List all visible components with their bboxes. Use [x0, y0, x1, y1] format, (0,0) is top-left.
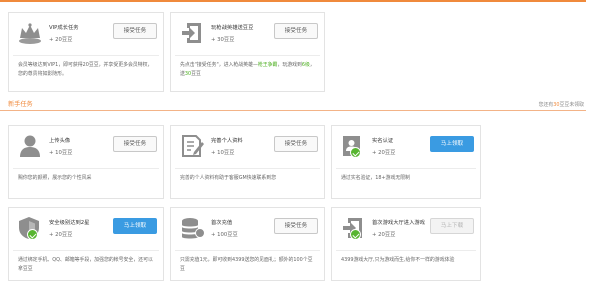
task-name: 首次游戏大厅进入游戏 [372, 220, 425, 226]
task-reward: + 20豆豆 [49, 37, 73, 43]
task-description: 赐你您的颜照，展示您的个性风采 [18, 175, 92, 181]
divider [13, 168, 159, 169]
divider [336, 168, 476, 169]
divider [175, 250, 320, 251]
unclaimed-note: 您还有30豆豆未领取 [539, 101, 584, 108]
task-name: 玩枪战英雄送豆豆 [211, 25, 254, 31]
task-name: 首次充值 [211, 220, 233, 226]
task-description: 先点击"接受任务"，进入枪战英雄—枪王争霸，玩游戏到6级，送30豆豆 [180, 61, 316, 79]
desc-text: ，玩游戏到 [277, 62, 302, 68]
task-name: 完善个人资料 [211, 138, 243, 144]
level-value: 6级 [301, 62, 310, 68]
login-arrow-icon [179, 21, 205, 45]
task-card-profile: 完善个人资料 + 10豆豆 接受任务 完善的个人资料有助于客服GM快速联系到您 [170, 125, 325, 199]
completed-check-icon [350, 147, 361, 158]
task-description: 通过实名验证，18+游戏无限制 [341, 175, 411, 181]
task-card-real-name: 实名认证 + 20豆豆 马上领取 通过实名验证，18+游戏无限制 [331, 125, 481, 199]
task-reward: + 30豆豆 [211, 37, 235, 43]
divider [336, 250, 476, 251]
task-description: 会员等级达到VIP1，即可获得20豆豆，并享受更多会员特权，您的尊贵将如影随形。 [18, 62, 153, 77]
divider [175, 55, 320, 56]
task-name: 上传头像 [49, 138, 71, 144]
task-reward: + 20豆豆 [372, 150, 396, 156]
task-card-first-recharge: 首次充值 + 100豆豆 接受任务 只需充值1元，即可收到4399送您的见面礼；… [170, 207, 325, 281]
completed-check-icon [350, 229, 361, 240]
accept-task-button[interactable]: 接受任务 [274, 218, 318, 234]
edit-document-icon [179, 134, 205, 158]
task-center: VIP成长任务 + 20豆豆 接受任务 会员等级达到VIP1，即可获得20豆豆，… [0, 0, 600, 291]
desc-text: 先点击"接受任务"，进入枪战英雄— [180, 62, 258, 68]
task-card-vip: VIP成长任务 + 20豆豆 接受任务 会员等级达到VIP1，即可获得20豆豆，… [8, 12, 164, 92]
task-card-upload-avatar: 上传头像 + 10豆豆 接受任务 赐你您的颜照，展示您的个性风采 [8, 125, 164, 199]
section-divider [0, 110, 586, 111]
coin-stack-icon [179, 216, 205, 240]
section-title: 新手任务 [8, 101, 33, 108]
task-reward: + 10豆豆 [211, 150, 235, 156]
task-reward: + 20豆豆 [49, 232, 73, 238]
accept-task-button[interactable]: 接受任务 [274, 23, 318, 39]
task-reward: + 100豆豆 [211, 232, 238, 238]
claim-now-button[interactable]: 马上领取 [430, 136, 474, 152]
task-description: 完善的个人资料有助于客服GM快速联系到您 [180, 175, 277, 181]
divider [13, 55, 159, 56]
vip-crown-icon [17, 21, 43, 45]
task-card-security: 安全级别达到2星 + 20豆豆 马上领取 通过绑定手机、QQ、邮箱等手段，加强您… [8, 207, 164, 281]
task-name: 实名认证 [372, 138, 394, 144]
accept-task-button[interactable]: 接受任务 [113, 136, 157, 152]
download-now-button[interactable]: 马上下载 [430, 218, 474, 234]
desc-text: 豆豆 [191, 71, 201, 77]
task-card-gun-hero: 玩枪战英雄送豆豆 + 30豆豆 接受任务 先点击"接受任务"，进入枪战英雄—枪王… [170, 12, 325, 92]
task-name: 安全级别达到2星 [49, 220, 90, 226]
task-card-game-hall: 首次游戏大厅进入游戏 + 20豆豆 马上下载 4399游戏大厅,只为游戏而生,给… [331, 207, 481, 281]
note-prefix: 您还有 [538, 102, 554, 108]
task-reward: + 10豆豆 [49, 150, 73, 156]
task-description: 4399游戏大厅,只为游戏而生,给你不一样的游戏体验 [341, 257, 455, 263]
top-accent-line [0, 0, 586, 2]
completed-check-icon [27, 229, 38, 240]
claim-now-button[interactable]: 马上领取 [113, 218, 157, 234]
divider [13, 250, 159, 251]
accept-task-button[interactable]: 接受任务 [113, 23, 157, 39]
divider [175, 168, 320, 169]
user-avatar-icon [17, 134, 43, 158]
game-link[interactable]: 枪王争霸 [258, 62, 278, 68]
task-description: 只需充值1元，即可收到4399送您的见面礼；额外的100个豆豆 [180, 257, 313, 272]
task-name: VIP成长任务 [49, 25, 79, 31]
task-reward: + 20豆豆 [372, 232, 396, 238]
note-suffix: 豆豆未领取 [559, 102, 584, 108]
task-description: 通过绑定手机、QQ、邮箱等手段，加强您的帐号安全，还可以拿豆豆 [18, 257, 153, 272]
accept-task-button[interactable]: 接受任务 [274, 136, 318, 152]
